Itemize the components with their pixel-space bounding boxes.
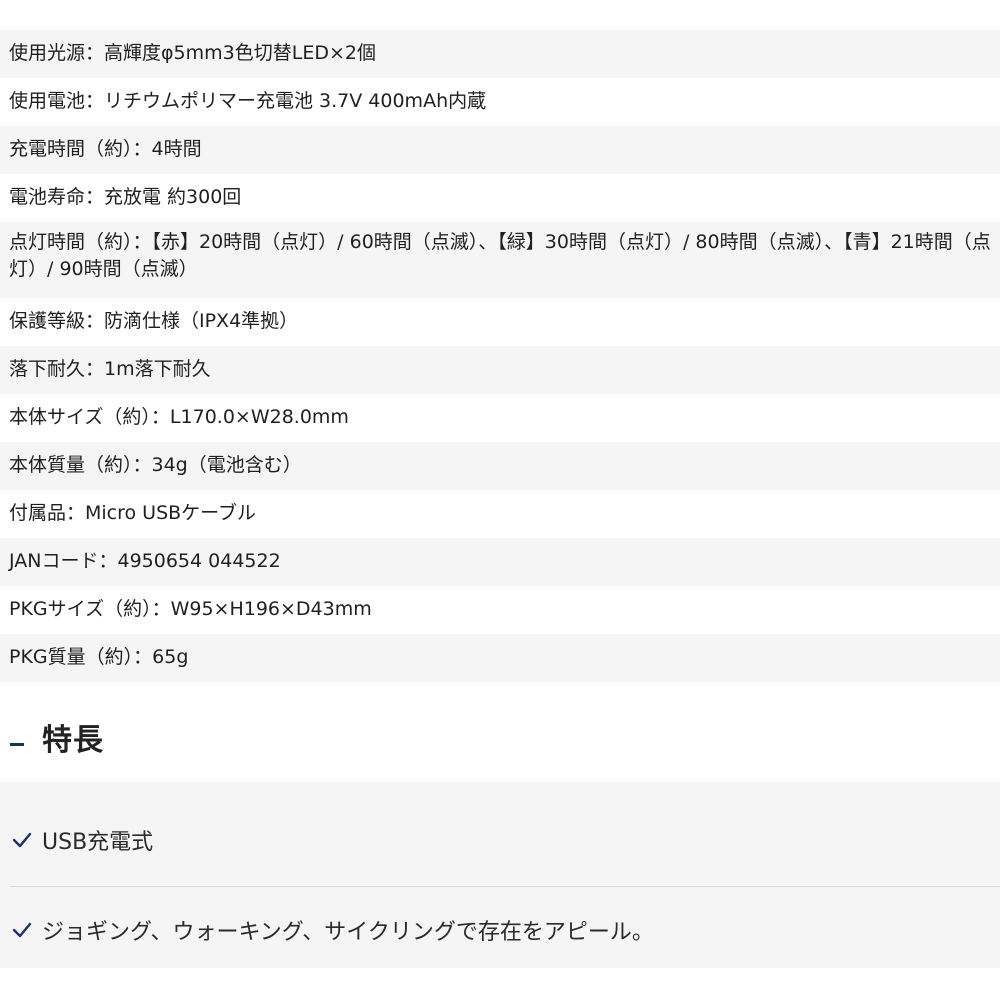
spec-row-pkg-size: PKGサイズ（約）：W95×H196×D43mm [0, 586, 1000, 634]
spec-row-pkg-weight: PKG質量（約）：65g [0, 634, 1000, 682]
spec-row-body-size: 本体サイズ（約）：L170.0×W28.0mm [0, 394, 1000, 442]
spec-row-protection-rating: 保護等級：防滴仕様（IPX4準拠） [0, 298, 1000, 346]
feature-item-label: ジョギング、ウォーキング、サイクリングで存在をアピール。 [42, 920, 654, 945]
spec-row-drop-durability: 落下耐久：1m落下耐久 [0, 346, 1000, 394]
spec-row-lighting-time: 点灯時間（約）：【赤】20時間（点灯）/ 60時間（点滅）、【緑】30時間（点灯… [0, 222, 1000, 298]
feature-divider [10, 886, 1000, 887]
spec-row-charge-time: 充電時間（約）：4時間 [0, 126, 1000, 174]
features-heading-text: 特長 [42, 723, 104, 758]
spec-row-battery: 使用電池：リチウムポリマー充電池 3.7V 400mAh内蔵 [0, 78, 1000, 126]
check-icon [10, 828, 34, 852]
product-spec-page: 使用光源：高輝度φ5mm3色切替LED×2個 使用電池：リチウムポリマー充電池 … [0, 0, 1000, 1000]
spec-list: 使用光源：高輝度φ5mm3色切替LED×2個 使用電池：リチウムポリマー充電池 … [0, 30, 1000, 682]
spec-row-jan-code: JANコード：4950654 044522 [0, 538, 1000, 586]
spec-row-accessories: 付属品：Micro USBケーブル [0, 490, 1000, 538]
spec-row-body-weight: 本体質量（約）：34g（電池含む） [0, 442, 1000, 490]
feature-item-visibility: ジョギング、ウォーキング、サイクリングで存在をアピール。 [10, 900, 1000, 960]
feature-item-usb-charge: USB充電式 [10, 810, 1000, 870]
dash-mark-icon [10, 742, 24, 746]
spec-row-battery-life: 電池寿命：充放電 約300回 [0, 174, 1000, 222]
feature-item-label: USB充電式 [42, 830, 154, 855]
features-list: USB充電式 ジョギング、ウォーキング、サイクリングで存在をアピール。 [0, 782, 1000, 968]
features-heading: 特長 [10, 712, 104, 762]
spec-row-light-source: 使用光源：高輝度φ5mm3色切替LED×2個 [0, 30, 1000, 78]
check-icon [10, 918, 34, 942]
